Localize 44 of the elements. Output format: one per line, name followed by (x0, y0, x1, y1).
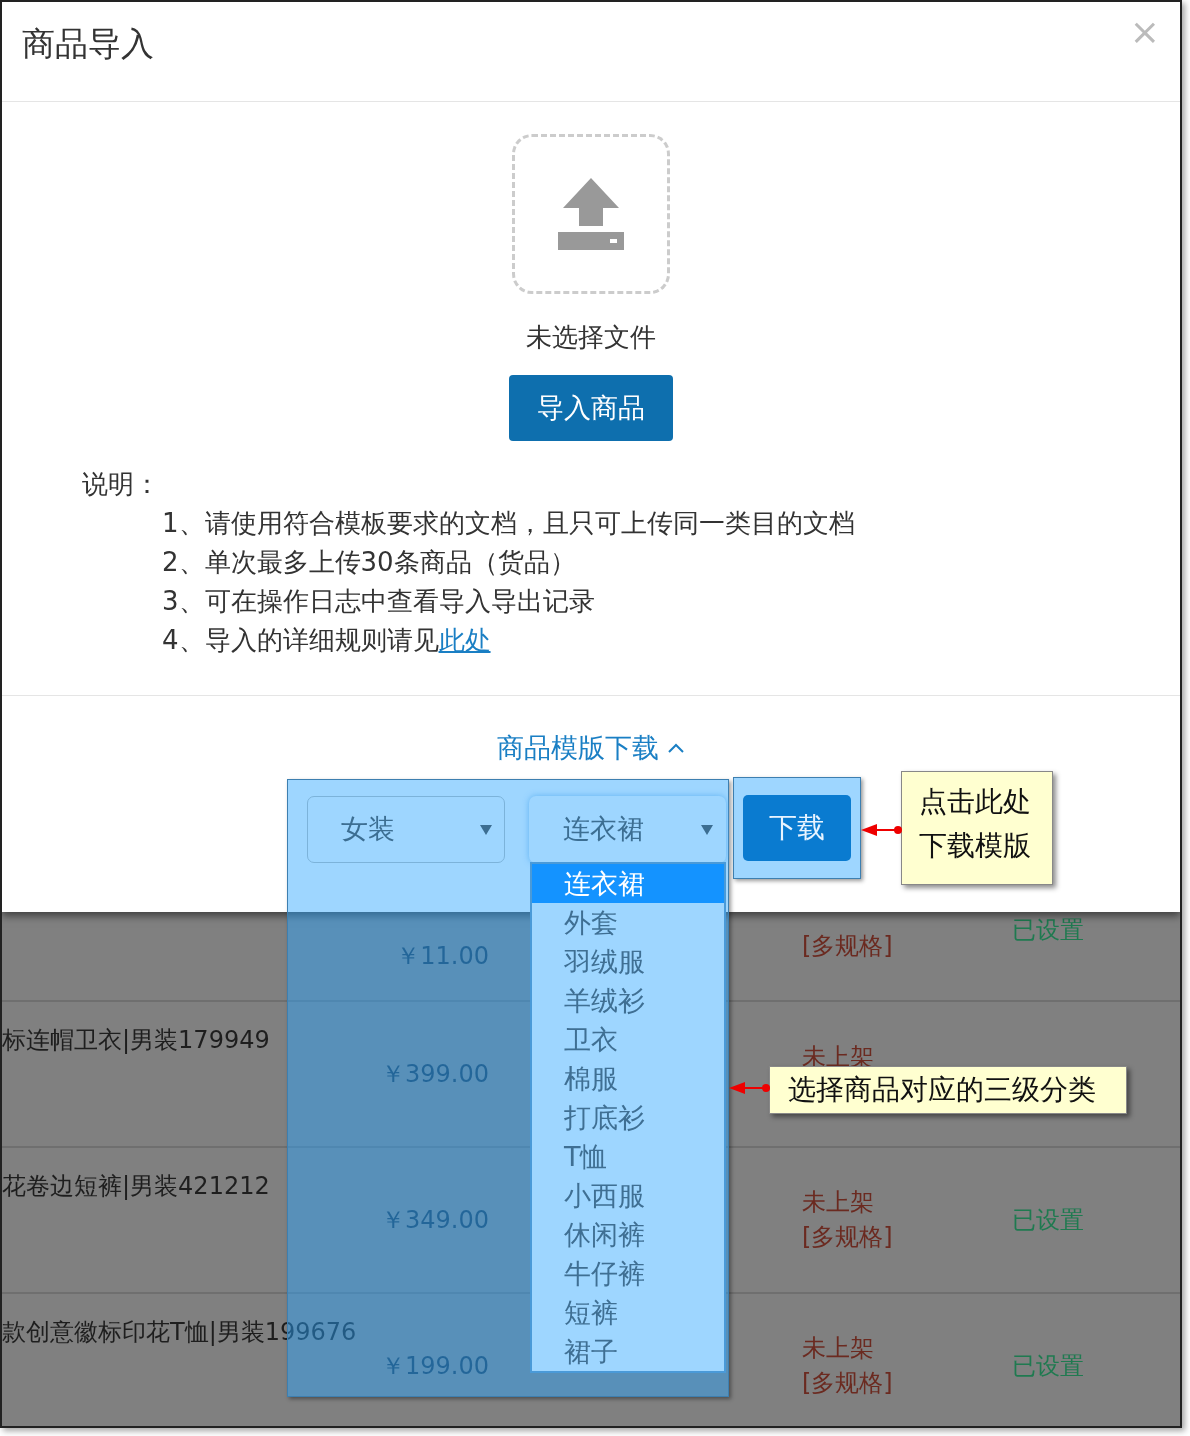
upload-icon (558, 178, 624, 250)
import-button[interactable]: 导入商品 (509, 375, 673, 441)
upload-dropzone[interactable] (512, 134, 670, 294)
dropdown-option[interactable]: 小西服 (532, 1176, 724, 1215)
dropdown-option[interactable]: 打底衫 (532, 1098, 724, 1137)
dropdown-option[interactable]: 羽绒服 (532, 942, 724, 981)
rules-link[interactable]: 此处 (438, 625, 491, 655)
dropdown-option[interactable]: 连衣裙 (532, 864, 724, 903)
dropdown-option[interactable]: 休闲裤 (532, 1215, 724, 1254)
note-item: 3、可在操作日志中查看导入导出记录 (162, 585, 596, 618)
dialog-title: 商品导入 (22, 24, 154, 64)
notes-heading: 说明： (82, 468, 161, 501)
setting-status: 已设置 (1012, 1205, 1085, 1236)
caret-icon (480, 823, 492, 836)
product-name: 标连帽卫衣|男装179949 (2, 1025, 271, 1056)
listing-status: 未上架 (802, 1187, 875, 1218)
setting-status: 已设置 (1012, 915, 1085, 946)
caret-icon (701, 823, 713, 836)
dropdown-option[interactable]: 棉服 (532, 1059, 724, 1098)
listing-status: 未上架 (802, 1333, 875, 1364)
callout-note: 点击此处下载模版 (901, 771, 1053, 885)
subcategory-select[interactable]: 连衣裙 (529, 796, 726, 863)
note-item: 4、导入的详细规则请见此处 (162, 624, 492, 657)
template-download-toggle[interactable]: 商品模版下载 (497, 728, 685, 769)
category-select[interactable]: 女装 (307, 796, 505, 863)
dropdown-option[interactable]: 牛仔裤 (532, 1254, 724, 1293)
dropdown-option[interactable]: 短裤 (532, 1293, 724, 1332)
setting-status: 已设置 (1012, 1351, 1085, 1382)
download-button[interactable]: 下载 (743, 795, 851, 861)
dropdown-option[interactable]: 裙子 (532, 1332, 724, 1371)
spec-note: [多规格] (802, 1368, 894, 1399)
product-name: 款创意徽标印花T恤|男装199676 (2, 1317, 358, 1348)
close-button[interactable]: × (1129, 14, 1160, 50)
callout-note: 选择商品对应的三级分类 (769, 1066, 1127, 1114)
spec-note: [多规格] (802, 1222, 894, 1253)
dropdown-option[interactable]: 卫衣 (532, 1020, 724, 1059)
file-status: 未选择文件 (526, 321, 656, 354)
dropdown-option[interactable]: 羊绒衫 (532, 981, 724, 1020)
dropdown-option[interactable]: 外套 (532, 903, 724, 942)
product-name: 花卷边短裤|男装421212 (2, 1171, 271, 1202)
dropdown-option[interactable]: T恤 (532, 1137, 724, 1176)
note-item: 1、请使用符合模板要求的文档，且只可上传同一类目的文档 (162, 507, 856, 540)
note-item: 2、单次最多上传30条商品（货品） (162, 546, 577, 579)
spec-note: [多规格] (802, 931, 894, 962)
